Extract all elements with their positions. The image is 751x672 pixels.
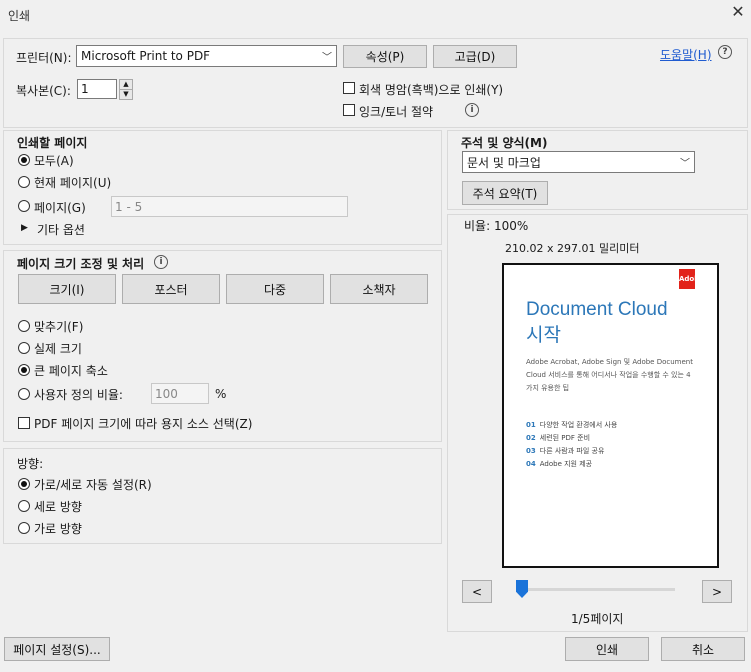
page-setup-button[interactable]: 페이지 설정(S)... <box>4 637 110 661</box>
save-ink-label: 잉크/토너 절약 <box>359 105 434 119</box>
next-page-button[interactable]: > <box>702 580 732 603</box>
grayscale-checkbox[interactable] <box>343 82 355 94</box>
orientation-portrait-label: 세로 방향 <box>34 500 82 514</box>
advanced-button[interactable]: 고급(D) <box>433 45 517 68</box>
list-item: 01 다양한 작업 환경에서 사용 <box>526 421 618 429</box>
more-options-label[interactable]: 기타 옵션 <box>37 221 85 238</box>
multiple-button[interactable]: 다중 <box>226 274 324 304</box>
window-title: 인쇄 <box>8 9 31 23</box>
printer-select[interactable]: Microsoft Print to PDF ﹀ <box>76 45 337 67</box>
preview-doc-title-line1: Document Cloud <box>526 299 668 320</box>
fit-label: 맞추기(F) <box>34 320 84 334</box>
grayscale-label: 회색 명암(흑백)으로 인쇄(Y) <box>359 83 504 97</box>
orientation-heading: 방향: <box>17 457 44 471</box>
chevron-down-icon: ﹀ <box>322 52 332 64</box>
orientation-auto-label: 가로/세로 자동 설정(R) <box>34 478 152 492</box>
comments-select[interactable]: 문서 및 마크업 ﹀ <box>462 151 695 173</box>
pages-current-label: 현재 페이지(U) <box>34 176 112 190</box>
size-button[interactable]: 크기(I) <box>18 274 116 304</box>
save-ink-checkbox[interactable] <box>343 104 355 116</box>
preview-doc-description: Adobe Acrobat, Adobe Sign 및 Adobe Docume… <box>526 358 693 392</box>
preview-scale: 비율: 100% <box>464 219 529 233</box>
orientation-landscape-label: 가로 방향 <box>34 522 82 536</box>
close-icon[interactable]: ✕ <box>729 3 747 21</box>
custom-scale-input[interactable]: 100 <box>151 383 209 404</box>
pages-all-radio[interactable] <box>18 154 30 166</box>
preview-dimensions: 210.02 x 297.01 밀리미터 <box>505 242 640 255</box>
comments-select-value: 문서 및 마크업 <box>467 155 541 170</box>
percent-label: % <box>215 387 227 401</box>
list-item: 04 Adobe 지원 제공 <box>526 460 593 468</box>
booklet-button[interactable]: 소책자 <box>330 274 428 304</box>
adobe-logo: Adobe <box>679 269 704 289</box>
custom-scale-label: 사용자 정의 비율: <box>34 388 123 402</box>
cancel-button[interactable]: 취소 <box>661 637 745 661</box>
page-indicator: 1/5페이지 <box>571 612 624 626</box>
previous-page-button[interactable]: < <box>462 580 492 603</box>
orientation-portrait-radio[interactable] <box>18 500 30 512</box>
poster-button[interactable]: 포스터 <box>122 274 220 304</box>
help-icon[interactable]: ? <box>718 45 732 59</box>
summarize-comments-button[interactable]: 주석 요약(T) <box>462 181 548 205</box>
orientation-landscape-radio[interactable] <box>18 522 30 534</box>
print-button[interactable]: 인쇄 <box>565 637 649 661</box>
paper-source-label: PDF 페이지 크기에 따라 용지 소스 선택(Z) <box>34 417 253 431</box>
sizing-heading: 페이지 크기 조정 및 처리 <box>17 257 145 271</box>
comments-heading: 주석 및 양식(M) <box>461 136 548 150</box>
shrink-label: 큰 페이지 축소 <box>34 364 108 378</box>
chevron-down-icon: ﹀ <box>680 158 690 170</box>
pages-range-radio[interactable] <box>18 200 30 212</box>
copies-label: 복사본(C): <box>16 84 71 98</box>
pages-all-label: 모두(A) <box>34 154 74 168</box>
pages-range-label: 페이지(G) <box>34 201 86 215</box>
sizing-info-icon[interactable]: i <box>154 255 168 269</box>
pages-current-radio[interactable] <box>18 176 30 188</box>
list-item: 02 세련된 PDF 준비 <box>526 434 591 442</box>
actual-size-radio[interactable] <box>18 342 30 354</box>
copies-down-icon[interactable]: ▼ <box>119 89 133 100</box>
list-item: 03 다른 사람과 파일 공유 <box>526 447 605 455</box>
fit-radio[interactable] <box>18 320 30 332</box>
preview-doc-title-line2: 시작 <box>526 325 561 346</box>
shrink-radio[interactable] <box>18 364 30 376</box>
pages-heading: 인쇄할 페이지 <box>17 136 88 150</box>
pages-range-input[interactable]: 1 - 5 <box>111 196 348 217</box>
paper-source-checkbox[interactable] <box>18 417 30 429</box>
printer-label: 프린터(N): <box>16 51 72 65</box>
orientation-auto-radio[interactable] <box>18 478 30 490</box>
printer-select-value: Microsoft Print to PDF <box>81 49 211 63</box>
copies-input[interactable]: 1 <box>77 79 117 99</box>
custom-scale-radio[interactable] <box>18 388 30 400</box>
page-preview: Adobe Document Cloud 시작 Adobe Acrobat, A… <box>502 263 719 568</box>
info-icon[interactable]: i <box>465 103 479 117</box>
page-slider-track[interactable] <box>519 588 675 591</box>
properties-button[interactable]: 속성(P) <box>343 45 427 68</box>
preview-doc-list: 01 다양한 작업 환경에서 사용 02 세련된 PDF 준비 03 다른 사람과 파… <box>526 419 617 471</box>
expand-triangle-icon[interactable]: ▶ <box>21 223 28 233</box>
actual-size-label: 실제 크기 <box>34 342 82 356</box>
preview-doc-title: Document Cloud 시작 <box>526 297 668 349</box>
help-link[interactable]: 도움말(H) <box>660 46 712 63</box>
